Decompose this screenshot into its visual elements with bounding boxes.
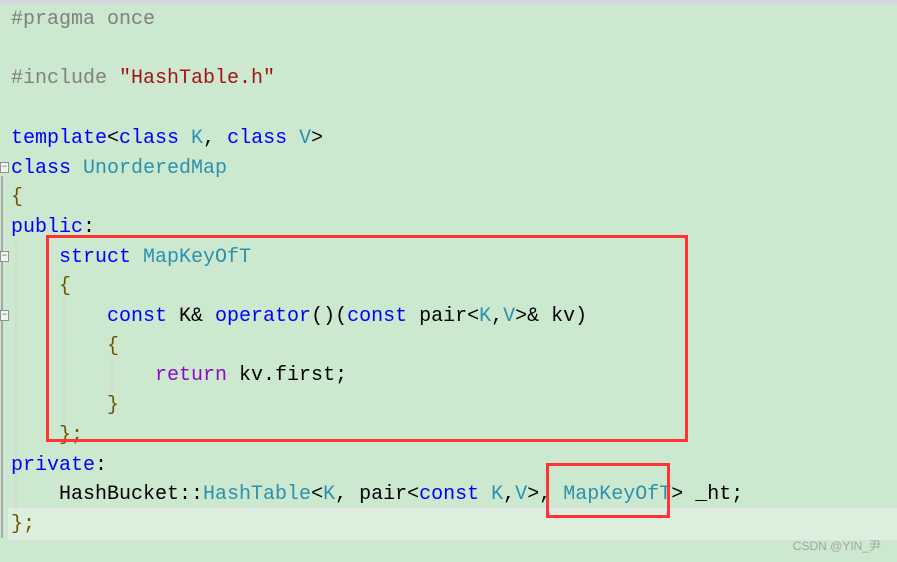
code-line[interactable]: #pragma once	[11, 5, 155, 35]
code-line[interactable]: };	[11, 510, 35, 540]
code-token: <	[107, 126, 120, 150]
editor-top-border	[0, 0, 897, 4]
code-token: K	[323, 483, 336, 507]
code-token: #include	[11, 67, 120, 91]
code-token: ,	[503, 483, 516, 507]
code-token: V	[515, 483, 528, 507]
code-token: const	[419, 483, 480, 507]
highlight-box-mapkeyoft-argument	[546, 463, 670, 518]
code-token: template	[11, 126, 108, 150]
fold-collapse-icon[interactable]: −	[0, 310, 9, 321]
code-line[interactable]: #include "HashTable.h"	[11, 64, 275, 94]
code-token: K	[179, 126, 204, 150]
code-token: #pragma once	[11, 8, 156, 31]
code-token: class	[119, 126, 180, 150]
code-token: };	[11, 512, 36, 536]
code-token: <	[311, 483, 324, 507]
code-line[interactable]: class UnorderedMap	[11, 154, 227, 184]
code-token: >	[311, 126, 324, 150]
fold-region-line	[1, 176, 3, 538]
highlight-box-mapkeyoft-struct	[46, 235, 688, 442]
code-token: UnorderedMap	[71, 156, 228, 180]
fold-collapse-icon[interactable]: −	[0, 162, 9, 173]
code-token: {	[11, 186, 24, 210]
current-line-highlight	[8, 508, 897, 540]
code-line[interactable]: {	[11, 183, 23, 213]
code-token: class	[227, 126, 288, 150]
code-token: ,	[203, 126, 228, 150]
code-token: V	[287, 126, 312, 150]
code-token: HashBucket::	[11, 483, 204, 507]
code-token: > _ht;	[671, 483, 744, 507]
code-token: "HashTable.h"	[119, 67, 276, 91]
code-line[interactable]: template<class K, class V>	[11, 124, 323, 154]
code-token: HashTable	[203, 483, 312, 507]
code-line[interactable]: private:	[11, 451, 107, 481]
code-token: private	[11, 453, 96, 477]
watermark: CSDN @YIN_尹	[792, 539, 881, 553]
code-token: K	[491, 483, 504, 507]
code-token: class	[11, 156, 72, 180]
fold-collapse-icon[interactable]: −	[0, 251, 9, 262]
code-token: , pair<	[335, 483, 420, 507]
code-token: :	[95, 453, 108, 477]
